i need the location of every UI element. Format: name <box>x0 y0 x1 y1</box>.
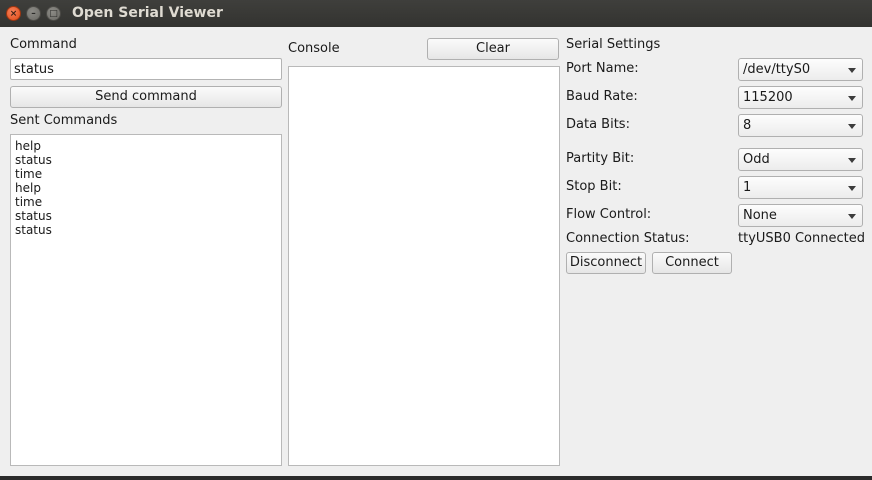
flow-control-label: Flow Control: <box>566 207 652 222</box>
chevron-down-icon <box>848 124 856 129</box>
chevron-down-icon <box>848 186 856 191</box>
flow-control-value: None <box>743 208 777 223</box>
list-item[interactable]: time <box>15 195 281 209</box>
chevron-down-icon <box>848 158 856 163</box>
stop-bit-value: 1 <box>743 180 752 195</box>
connection-status-value: ttyUSB0 Connected <box>738 231 865 246</box>
list-item[interactable]: status <box>15 209 281 223</box>
port-name-value: /dev/ttyS0 <box>743 62 811 77</box>
stop-bit-select[interactable]: 1 <box>738 176 863 199</box>
console-output[interactable] <box>288 66 560 466</box>
disconnect-button[interactable]: Disconnect <box>566 252 646 274</box>
list-item[interactable]: time <box>15 167 281 181</box>
sent-commands-label: Sent Commands <box>10 113 118 128</box>
title-bar: × – □ Open Serial Viewer <box>0 0 872 27</box>
send-command-button[interactable]: Send command <box>10 86 282 108</box>
command-input[interactable] <box>10 58 282 80</box>
parity-bit-select[interactable]: Odd <box>738 148 863 171</box>
connect-button[interactable]: Connect <box>652 252 732 274</box>
sent-commands-list[interactable]: help status time help time status status <box>10 134 282 466</box>
maximize-window-button[interactable]: □ <box>46 6 61 21</box>
command-label: Command <box>10 37 77 52</box>
console-label: Console <box>288 41 340 56</box>
chevron-down-icon <box>848 214 856 219</box>
clear-button[interactable]: Clear <box>427 38 559 60</box>
list-item[interactable]: help <box>15 139 281 153</box>
window-bottom-edge <box>0 476 872 480</box>
data-bits-label: Data Bits: <box>566 117 630 132</box>
window-title: Open Serial Viewer <box>72 5 223 21</box>
data-bits-value: 8 <box>743 118 752 133</box>
connection-status-label: Connection Status: <box>566 231 690 246</box>
parity-bit-label: Partity Bit: <box>566 151 635 166</box>
close-window-button[interactable]: × <box>6 6 21 21</box>
list-item[interactable]: status <box>15 223 281 237</box>
chevron-down-icon <box>848 68 856 73</box>
serial-settings-label: Serial Settings <box>566 37 661 52</box>
parity-bit-value: Odd <box>743 152 770 167</box>
list-item[interactable]: status <box>15 153 281 167</box>
minimize-window-button[interactable]: – <box>26 6 41 21</box>
list-item[interactable]: help <box>15 181 281 195</box>
port-name-select[interactable]: /dev/ttyS0 <box>738 58 863 81</box>
flow-control-select[interactable]: None <box>738 204 863 227</box>
chevron-down-icon <box>848 96 856 101</box>
port-name-label: Port Name: <box>566 61 639 76</box>
data-bits-select[interactable]: 8 <box>738 114 863 137</box>
baud-rate-value: 115200 <box>743 90 793 105</box>
stop-bit-label: Stop Bit: <box>566 179 622 194</box>
baud-rate-label: Baud Rate: <box>566 89 638 104</box>
baud-rate-select[interactable]: 115200 <box>738 86 863 109</box>
